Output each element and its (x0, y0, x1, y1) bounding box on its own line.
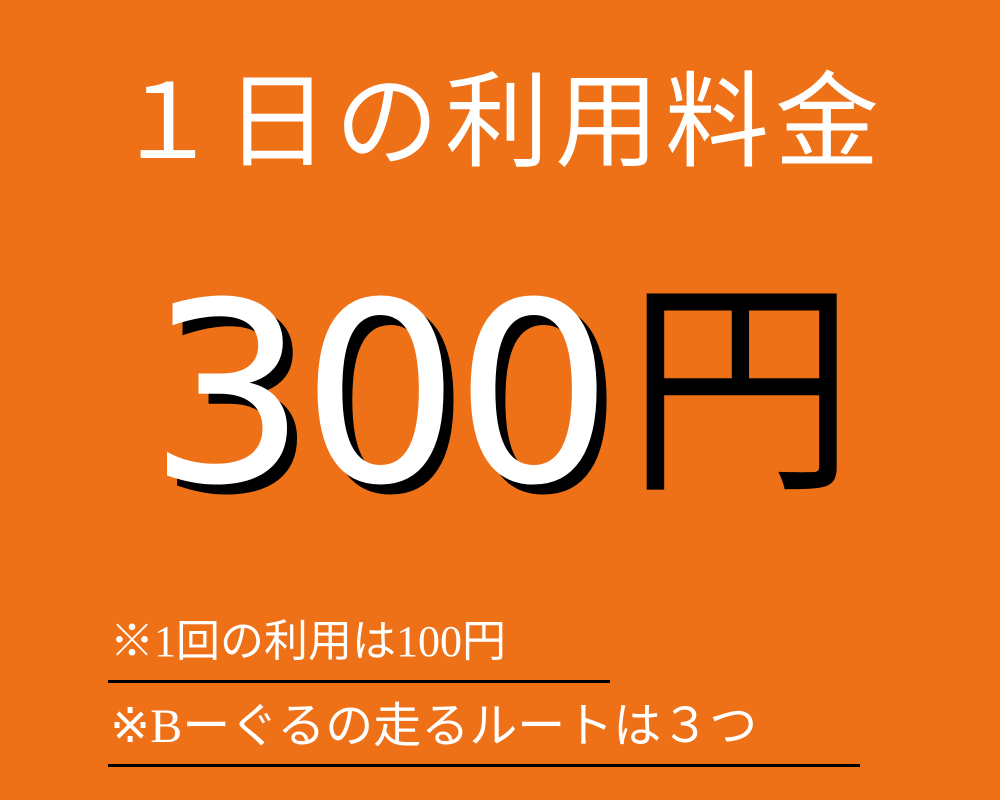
page-title: １日の利用料金 (114, 61, 885, 183)
note-2-underline (108, 764, 860, 767)
price-amount: 300 (148, 249, 613, 540)
note-1-underline (108, 680, 610, 683)
price-unit: 円 (626, 259, 857, 526)
note-route-count: ※Bーぐるの走るルートは３つ (110, 700, 758, 753)
note-single-use-price: ※1回の利用は100円 (110, 617, 506, 666)
